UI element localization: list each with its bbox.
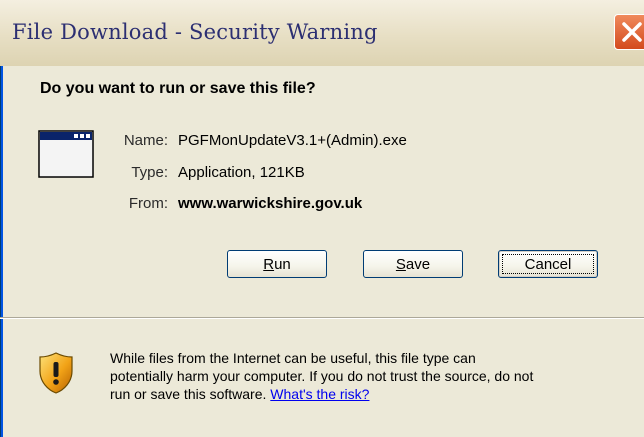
focus-rectangle (502, 254, 594, 274)
run-button[interactable]: Run (227, 250, 327, 278)
warning-message: While files from the Internet can be use… (110, 349, 630, 403)
window-frame-left-edge (0, 66, 1, 437)
close-button[interactable] (614, 14, 644, 50)
name-label: Name: (123, 132, 168, 149)
save-button[interactable]: Save (363, 250, 463, 278)
type-label: Type: (131, 164, 168, 181)
type-value: Application, 121KB (178, 164, 305, 181)
save-button-label: ave (405, 255, 431, 273)
cancel-button[interactable]: Cancel (498, 250, 598, 278)
close-icon (622, 22, 642, 42)
whats-the-risk-link[interactable]: What's the risk? (270, 386, 369, 402)
from-value: www.warwickshire.gov.uk (178, 195, 363, 212)
from-label: From: (128, 195, 168, 212)
window-title: File Download - Security Warning (12, 20, 378, 44)
warning-line-2: potentially harm your computer. If you d… (110, 368, 534, 384)
file-download-dialog: File Download - Security Warning Do you … (0, 0, 644, 437)
run-button-accel: R (263, 255, 275, 273)
name-value: PGFMonUpdateV3.1+(Admin).exe (178, 132, 407, 149)
warning-line-1: While files from the Internet can be use… (110, 350, 476, 366)
warning-line-3-text: run or save this software. (110, 386, 267, 402)
application-file-icon (38, 130, 94, 178)
security-shield-warning-icon (39, 352, 73, 394)
title-bar[interactable]: File Download - Security Warning (0, 0, 644, 66)
dialog-question: Do you want to run or save this file? (40, 80, 316, 97)
run-button-label: un (274, 255, 291, 273)
warning-line-3: run or save this software. What's the ri… (110, 385, 630, 403)
separator (0, 317, 644, 319)
save-button-accel: S (395, 255, 406, 273)
